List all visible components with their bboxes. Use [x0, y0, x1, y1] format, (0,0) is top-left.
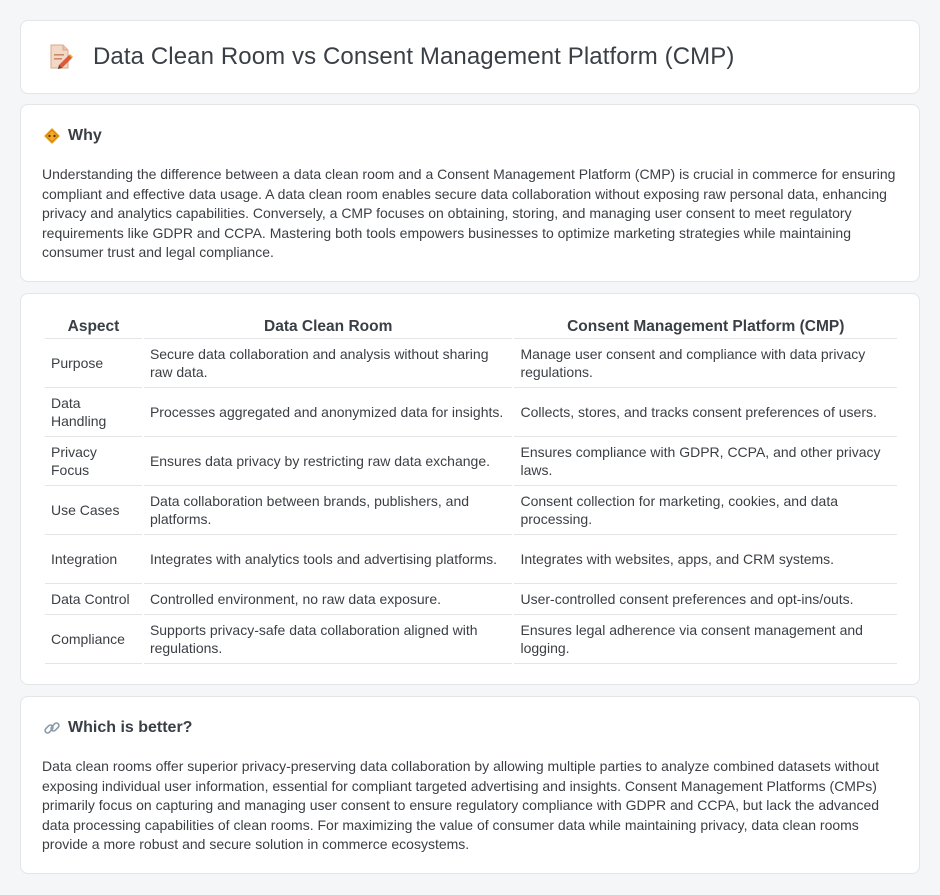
aspect-cell: Compliance	[45, 615, 142, 664]
why-heading: Why	[43, 127, 102, 145]
why-title: Why	[68, 127, 102, 144]
header-cmp: Consent Management Platform (CMP)	[514, 314, 897, 339]
table-row: Use Cases Data collaboration between bra…	[45, 486, 897, 535]
diamond-sign-icon	[44, 128, 60, 144]
page-title: Data Clean Room vs Consent Management Pl…	[93, 43, 735, 70]
header-card: Data Clean Room vs Consent Management Pl…	[20, 20, 920, 94]
better-body: Data clean rooms offer superior privacy-…	[42, 758, 880, 852]
cmp-cell: Consent collection for marketing, cookie…	[514, 486, 897, 535]
aspect-cell: Purpose	[45, 339, 142, 388]
better-heading: Which is better?	[43, 719, 192, 737]
why-section: Why Understanding the difference between…	[20, 104, 920, 282]
cmp-cell: Ensures compliance with GDPR, CCPA, and …	[514, 437, 897, 486]
cmp-cell: Manage user consent and compliance with …	[514, 339, 897, 388]
clean-room-cell: Secure data collaboration and analysis w…	[143, 339, 513, 388]
clean-room-cell: Ensures data privacy by restricting raw …	[143, 437, 513, 486]
cmp-cell: User-controlled consent preferences and …	[514, 584, 897, 615]
table-row: Privacy Focus Ensures data privacy by re…	[45, 437, 897, 486]
better-title: Which is better?	[68, 719, 193, 736]
clean-room-cell: Integrates with analytics tools and adve…	[143, 535, 513, 584]
why-body: Understanding the difference between a d…	[42, 166, 896, 260]
cmp-cell: Integrates with websites, apps, and CRM …	[514, 535, 897, 584]
cmp-cell: Collects, stores, and tracks consent pre…	[514, 388, 897, 437]
comparison-section: Aspect Data Clean Room Consent Managemen…	[20, 293, 920, 685]
header-aspect: Aspect	[45, 314, 142, 339]
aspect-cell: Use Cases	[45, 486, 142, 535]
cmp-cell: Ensures legal adherence via consent mana…	[514, 615, 897, 664]
aspect-cell: Data Handling	[45, 388, 142, 437]
table-row: Compliance Supports privacy-safe data co…	[45, 615, 897, 664]
document-pencil-icon	[50, 44, 73, 69]
table-row: Data Handling Processes aggregated and a…	[45, 388, 897, 437]
link-icon	[44, 722, 60, 734]
clean-room-cell: Controlled environment, no raw data expo…	[143, 584, 513, 615]
clean-room-cell: Supports privacy-safe data collaboration…	[143, 615, 513, 664]
aspect-cell: Integration	[45, 535, 142, 584]
table-row: Purpose Secure data collaboration and an…	[45, 339, 897, 388]
header-data-clean-room: Data Clean Room	[143, 314, 513, 339]
aspect-cell: Privacy Focus	[45, 437, 142, 486]
aspect-cell: Data Control	[45, 584, 142, 615]
table-row: Data Control Controlled environment, no …	[45, 584, 897, 615]
which-is-better-section: Which is better? Data clean rooms offer …	[20, 696, 920, 874]
table-header-row: Aspect Data Clean Room Consent Managemen…	[45, 314, 897, 339]
clean-room-cell: Data collaboration between brands, publi…	[143, 486, 513, 535]
table-row: Integration Integrates with analytics to…	[45, 535, 897, 584]
clean-room-cell: Processes aggregated and anonymized data…	[143, 388, 513, 437]
title-row: Data Clean Room vs Consent Management Pl…	[47, 43, 734, 71]
comparison-table: Aspect Data Clean Room Consent Managemen…	[43, 314, 899, 664]
